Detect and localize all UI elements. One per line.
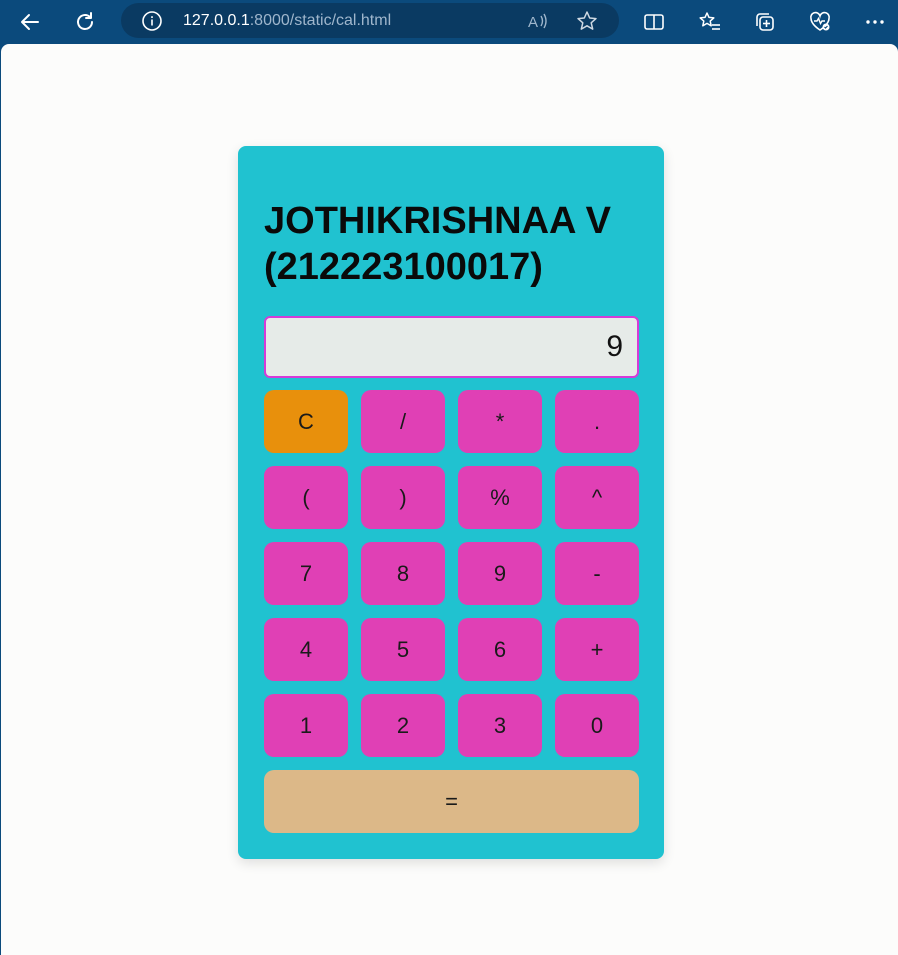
digit-1-button[interactable]: 1 [264, 694, 348, 757]
split-screen-icon[interactable] [636, 4, 672, 40]
address-bar[interactable]: 127.0.0.1:8000/static/cal.html A [121, 3, 619, 38]
url-text[interactable]: 127.0.0.1:8000/static/cal.html [183, 3, 391, 38]
title-id: (212223100017) [264, 246, 543, 288]
more-icon[interactable] [857, 4, 893, 40]
percent-button[interactable]: % [458, 466, 542, 529]
digit-3-button[interactable]: 3 [458, 694, 542, 757]
page-title: JOTHIKRISHNAA V (212223100017) [264, 198, 654, 290]
digit-6-button[interactable]: 6 [458, 618, 542, 681]
favorite-star-icon[interactable] [575, 9, 599, 33]
page-viewport: JOTHIKRISHNAA V (212223100017) 9 C / * .… [1, 44, 898, 955]
clear-button[interactable]: C [264, 390, 348, 453]
equals-button[interactable]: = [264, 770, 639, 833]
url-path: :8000/static/cal.html [249, 12, 392, 29]
browser-toolbar: 127.0.0.1:8000/static/cal.html A [0, 0, 898, 44]
digit-7-button[interactable]: 7 [264, 542, 348, 605]
digit-2-button[interactable]: 2 [361, 694, 445, 757]
refresh-icon[interactable] [67, 4, 103, 40]
collections-icon[interactable] [747, 4, 783, 40]
open-paren-button[interactable]: ( [264, 466, 348, 529]
power-button[interactable]: ^ [555, 466, 639, 529]
calculator-panel: JOTHIKRISHNAA V (212223100017) 9 C / * .… [238, 146, 664, 859]
info-icon[interactable] [141, 10, 163, 32]
close-paren-button[interactable]: ) [361, 466, 445, 529]
url-host: 127.0.0.1 [183, 12, 250, 29]
calculator-display[interactable]: 9 [264, 316, 639, 378]
minus-button[interactable]: - [555, 542, 639, 605]
plus-button[interactable]: + [555, 618, 639, 681]
digit-4-button[interactable]: 4 [264, 618, 348, 681]
svg-text:A: A [528, 14, 538, 31]
browser-essentials-icon[interactable] [802, 4, 838, 40]
read-aloud-icon[interactable]: A [525, 9, 549, 33]
multiply-button[interactable]: * [458, 390, 542, 453]
back-icon[interactable] [12, 4, 48, 40]
digit-5-button[interactable]: 5 [361, 618, 445, 681]
divide-button[interactable]: / [361, 390, 445, 453]
digit-8-button[interactable]: 8 [361, 542, 445, 605]
digit-0-button[interactable]: 0 [555, 694, 639, 757]
title-name: JOTHIKRISHNAA V [264, 200, 611, 242]
favorites-icon[interactable] [692, 4, 728, 40]
digit-9-button[interactable]: 9 [458, 542, 542, 605]
decimal-button[interactable]: . [555, 390, 639, 453]
